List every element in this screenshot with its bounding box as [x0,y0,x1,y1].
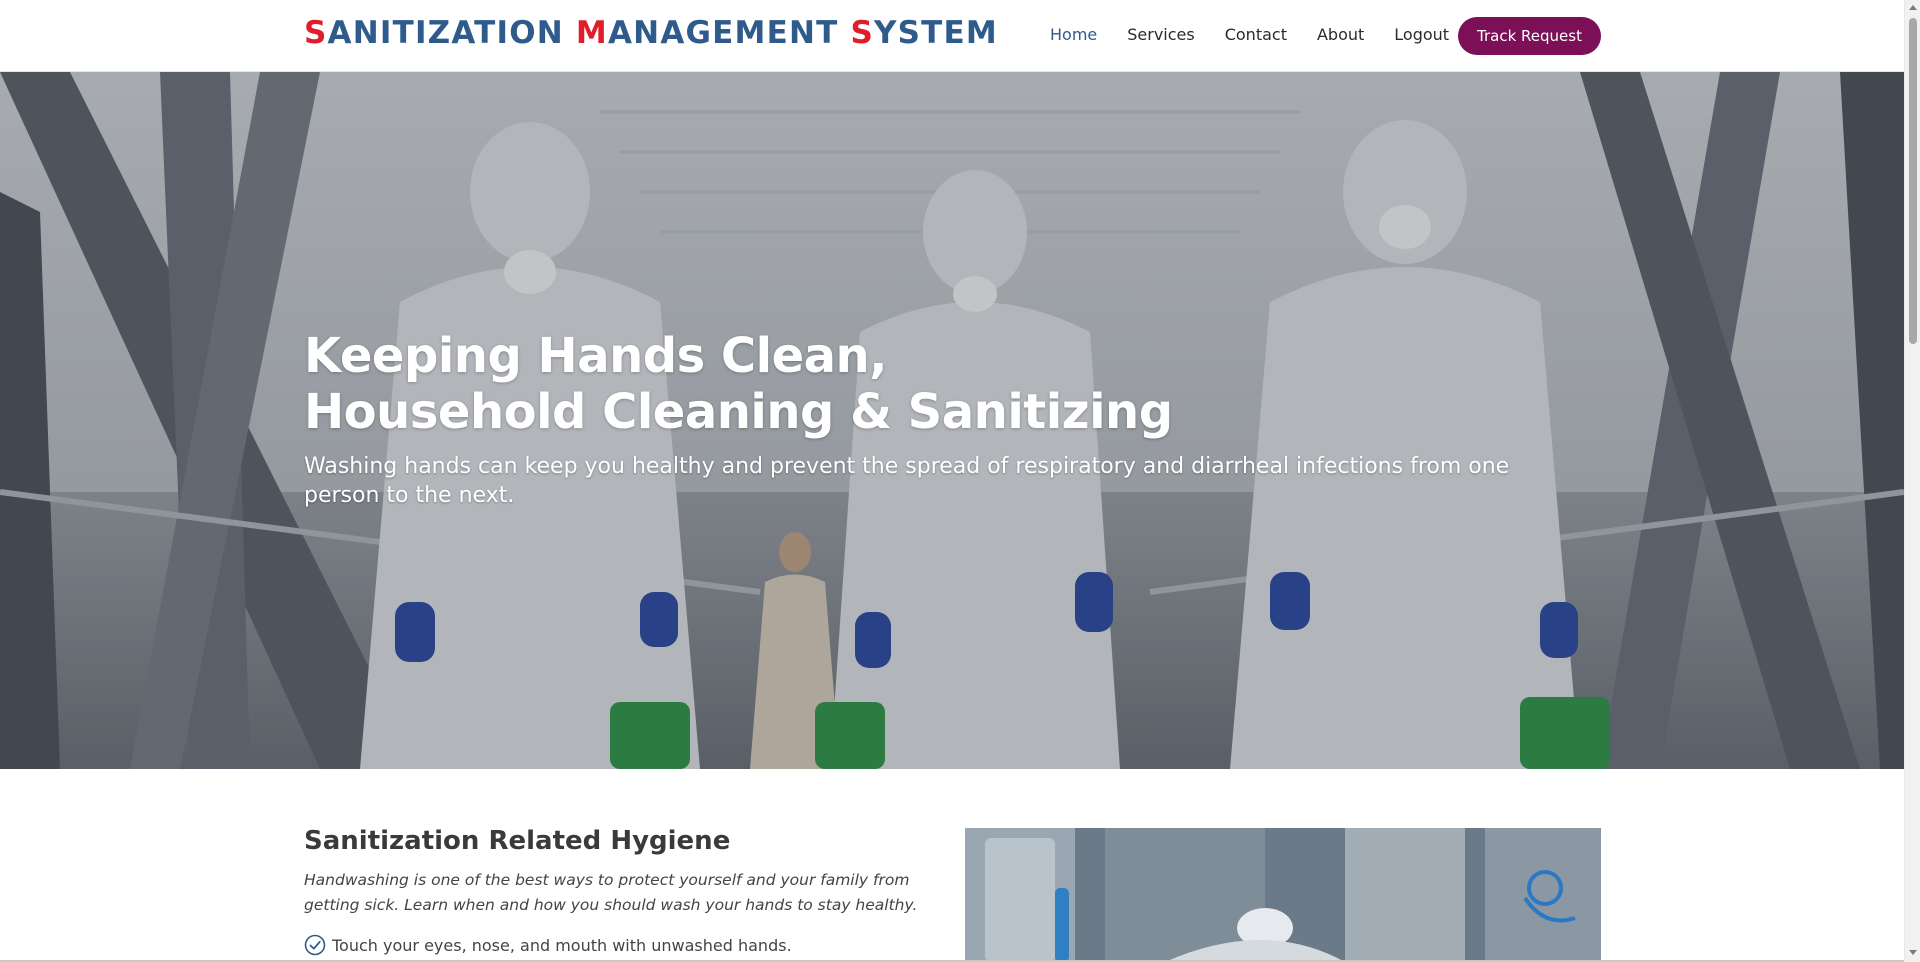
logo-word: ANAGEMENT [607,15,851,51]
check-list-item-text: Touch your eyes, nose, and mouth with un… [332,935,792,955]
track-request-button[interactable]: Track Request [1458,17,1601,55]
hero-title-line1: Keeping Hands Clean, [304,328,887,384]
hero-banner: Keeping Hands Clean, Household Cleaning … [0,72,1904,769]
section-title: Sanitization Related Hygiene [304,826,731,856]
nav-item-home[interactable]: Home [1050,22,1097,48]
nav-item-logout[interactable]: Logout [1394,22,1449,48]
hero-title-line2: Household Cleaning & Sanitizing [304,384,1173,440]
factory-photo [965,828,1601,962]
nav-item-contact[interactable]: Contact [1225,22,1287,48]
site-header: SANITIZATION MANAGEMENT SYSTEM Home Servi… [0,0,1904,72]
scroll-up-arrow-icon[interactable] [1909,5,1917,10]
scrollbar-thumb[interactable] [1909,18,1917,344]
logo-initial: M [575,15,608,51]
page-scrollbar[interactable] [1904,0,1920,962]
check-list-item: Touch your eyes, nose, and mouth with un… [304,934,792,956]
logo-initial: S [850,15,874,51]
hero-subtitle: Washing hands can keep you healthy and p… [304,454,1510,508]
logo-initial: S [304,15,328,51]
page: SANITIZATION MANAGEMENT SYSTEM Home Servi… [0,0,1920,962]
logo-word: ANITIZATION [327,15,576,51]
nav-item-about[interactable]: About [1317,22,1364,48]
scroll-down-arrow-icon[interactable] [1909,950,1917,955]
nav-item-services[interactable]: Services [1127,22,1194,48]
logo-word: YSTEM [873,15,998,51]
main-nav: Home Services Contact About Logout [1050,22,1479,48]
section-description: Handwashing is one of the best ways to p… [304,871,918,914]
check-circle-icon [304,934,326,956]
factory-worker-image [965,828,1601,962]
site-logo[interactable]: SANITIZATION MANAGEMENT SYSTEM [304,15,998,51]
hero-title: Keeping Hands Clean, Household Cleaning … [304,328,1173,440]
